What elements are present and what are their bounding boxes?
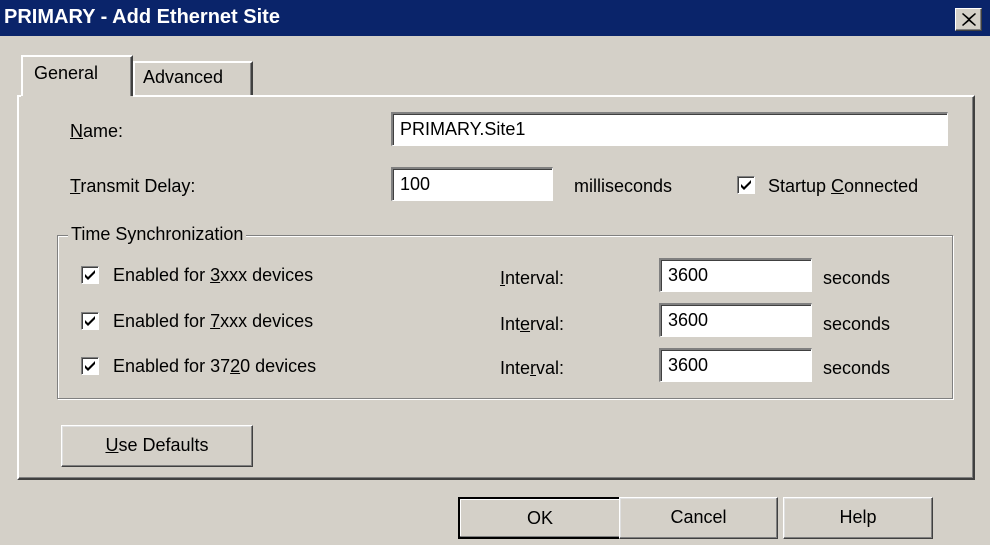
add-ethernet-site-dialog: PRIMARY - Add Ethernet Site General Adva… xyxy=(0,0,990,545)
close-button[interactable] xyxy=(955,8,982,31)
interval-3xxx-label: Interval: xyxy=(500,268,565,288)
milliseconds-label: milliseconds xyxy=(574,176,673,196)
tab-advanced-label: Advanced xyxy=(143,67,224,87)
general-tab-panel: Name: PRIMARY.Site1 Transmit Delay: 100 … xyxy=(17,95,975,480)
enable-7xxx-label: Enabled for 7xxx devices xyxy=(113,311,314,331)
enable-3720-checkbox[interactable] xyxy=(81,357,99,375)
transmit-delay-field[interactable]: 100 xyxy=(391,167,553,201)
seconds-7xxx-label: seconds xyxy=(823,314,891,334)
enable-3xxx-label: Enabled for 3xxx devices xyxy=(113,265,314,285)
name-field[interactable]: PRIMARY.Site1 xyxy=(391,112,948,146)
title-bar[interactable]: PRIMARY - Add Ethernet Site xyxy=(0,0,990,36)
transmit-delay-label: Transmit Delay: xyxy=(70,176,196,196)
enable-3xxx-checkbox[interactable] xyxy=(81,266,99,284)
interval-3xxx-field[interactable]: 3600 xyxy=(659,258,812,292)
enable-7xxx-checkbox[interactable] xyxy=(81,312,99,330)
name-label: Name: xyxy=(70,121,124,141)
use-defaults-button[interactable]: Use Defaults xyxy=(61,425,253,467)
tab-general-label: General xyxy=(34,63,99,83)
interval-7xxx-label: Interval: xyxy=(500,314,565,334)
checkmark-icon xyxy=(85,361,95,371)
checkmark-icon xyxy=(741,180,751,190)
ok-button[interactable]: OK xyxy=(458,497,622,539)
tab-general[interactable]: General xyxy=(21,55,133,103)
tab-advanced[interactable]: Advanced xyxy=(133,61,253,97)
help-button[interactable]: Help xyxy=(783,497,933,539)
time-synchronization-legend: Time Synchronization xyxy=(68,223,247,245)
cancel-button[interactable]: Cancel xyxy=(619,497,778,539)
close-icon xyxy=(962,13,976,26)
interval-3720-label: Interval: xyxy=(500,358,565,378)
interval-7xxx-field[interactable]: 3600 xyxy=(659,303,812,337)
checkmark-icon xyxy=(85,270,95,280)
startup-connected-label: Startup Connected xyxy=(768,176,919,196)
interval-3720-field[interactable]: 3600 xyxy=(659,348,812,382)
seconds-3xxx-label: seconds xyxy=(823,268,891,288)
startup-connected-checkbox[interactable] xyxy=(737,176,755,194)
enable-3720-label: Enabled for 3720 devices xyxy=(113,356,317,376)
seconds-3720-label: seconds xyxy=(823,358,891,378)
window-title: PRIMARY - Add Ethernet Site xyxy=(4,6,280,28)
checkmark-icon xyxy=(85,316,95,326)
time-synchronization-group: Time Synchronization Enabled for 3xxx de… xyxy=(57,223,953,399)
